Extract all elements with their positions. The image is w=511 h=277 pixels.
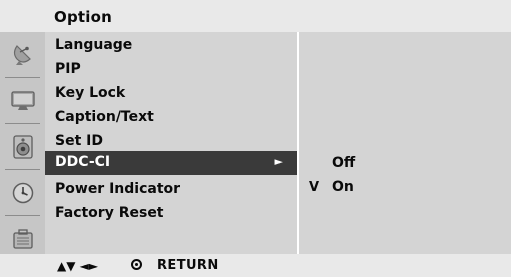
menu-item-label: DDC-CI [55,154,111,170]
menu-item-label: PIP [55,61,81,77]
option-menu-screen: Option Language PIP Key Lock Caption/Tex… [0,0,511,277]
category-icon-column [0,32,45,254]
menu-item-label: Power Indicator [55,181,181,197]
menu-item-label: Set ID [55,133,103,149]
menu-item-label: Caption/Text [55,109,154,125]
menu-item-power-indicator[interactable]: Power Indicator [45,178,297,202]
speaker-audio-icon[interactable] [0,124,45,170]
return-hint-label: RETURN [157,258,219,273]
option-menu-list: Language PIP Key Lock Caption/Text Set I… [45,32,297,254]
menu-item-key-lock[interactable]: Key Lock [45,82,297,106]
menu-item-caption-text[interactable]: Caption/Text [45,106,297,130]
submenu-option-label: Off [332,155,356,171]
ok-button-icon [131,259,142,270]
arrow-keys-icon: ▲▼ ◄► [57,259,99,273]
title-bar: Option [0,0,511,32]
menu-item-label: Factory Reset [55,205,164,221]
submenu-arrow-icon: ► [274,155,283,168]
submenu-option-on[interactable]: V On [299,176,511,200]
menu-item-label: Key Lock [55,85,126,101]
page-title: Option [54,8,112,26]
satellite-dish-icon[interactable] [0,32,45,78]
submenu-option-off[interactable]: Off [299,152,511,176]
menu-item-language[interactable]: Language [45,34,297,58]
menu-item-label: Language [55,37,133,53]
picture-monitor-icon[interactable] [0,78,45,124]
menu-item-pip[interactable]: PIP [45,58,297,82]
clock-time-icon[interactable] [0,170,45,216]
navigation-hint-bar: ▲▼ ◄► RETURN [0,254,511,277]
submenu-option-label: On [332,179,354,195]
check-mark: V [309,180,320,195]
ddc-ci-submenu: Off V On [299,32,511,254]
menu-item-ddc-ci[interactable]: DDC-CI ► [45,151,297,175]
menu-item-factory-reset[interactable]: Factory Reset [45,202,297,226]
